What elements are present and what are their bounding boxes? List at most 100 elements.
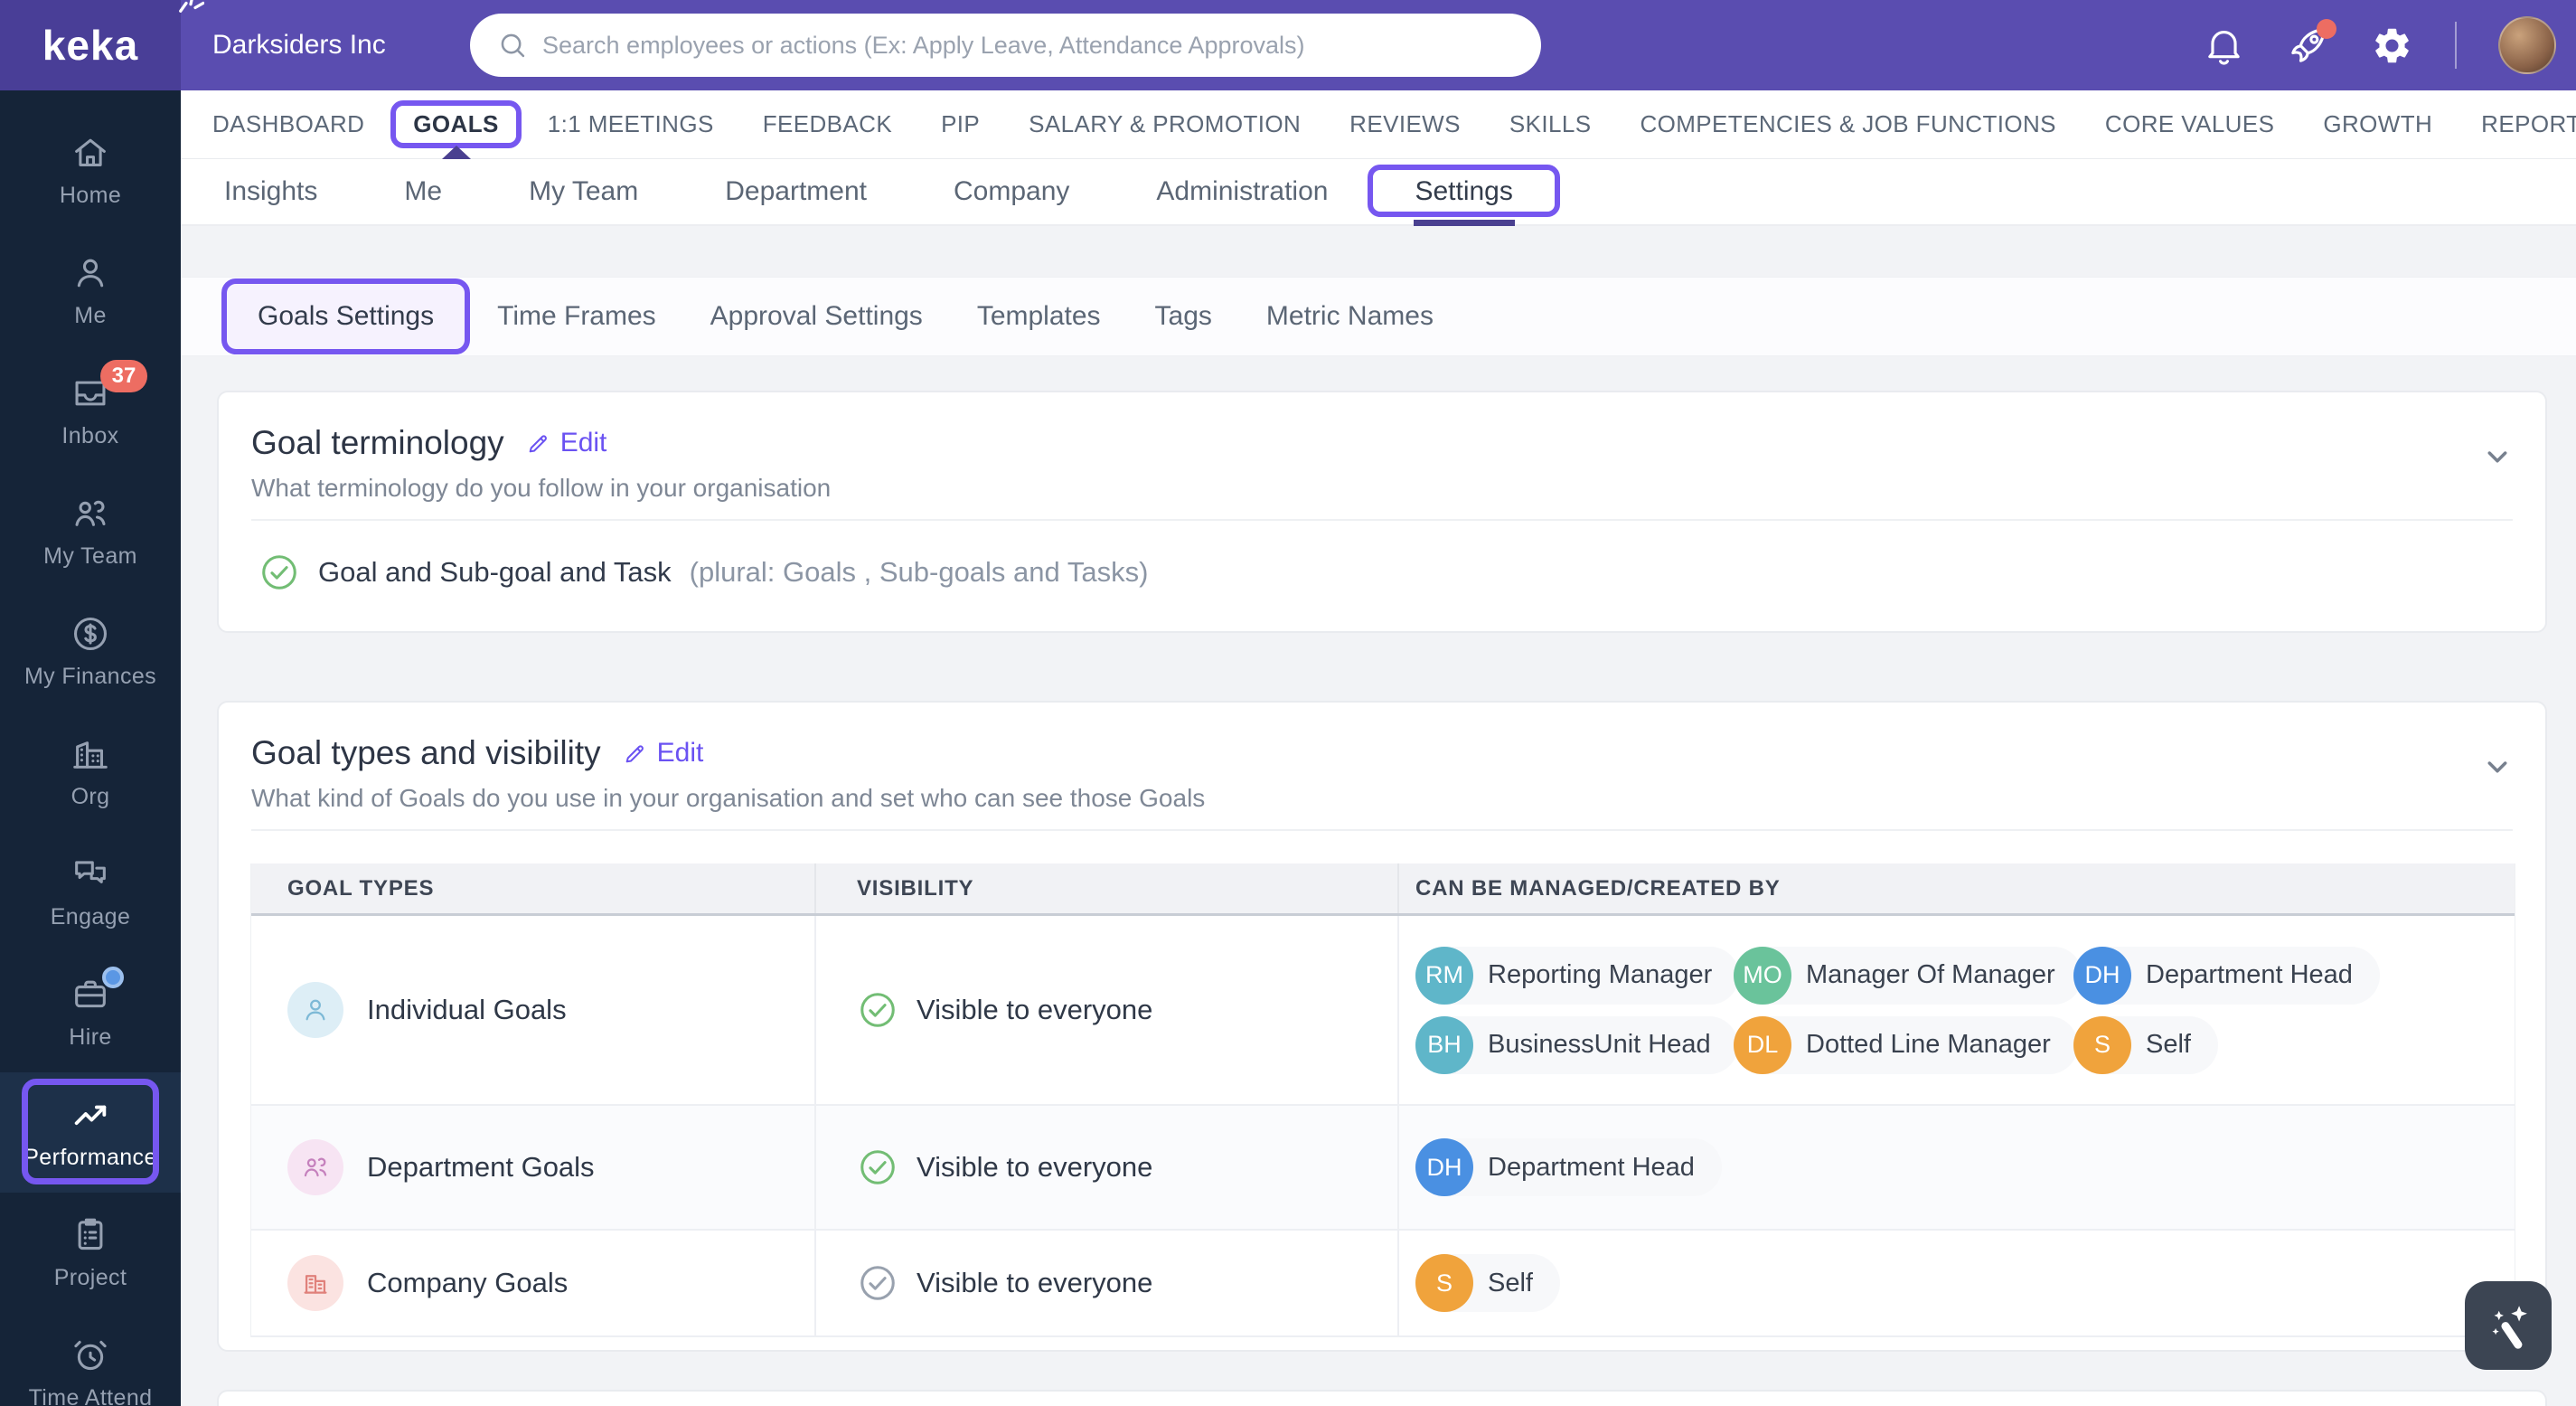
search-input[interactable] bbox=[542, 31, 1514, 60]
main-nav-reviews[interactable]: REVIEWS bbox=[1325, 90, 1485, 158]
goal-terminology-card: Goal terminology Edit What terminology d… bbox=[217, 391, 2547, 633]
goal-types-card: Goal types and visibility Edit What kind… bbox=[217, 701, 2547, 1352]
manager-name: Dotted Line Manager bbox=[1806, 1030, 2051, 1059]
main-nav-core-values[interactable]: CORE VALUES bbox=[2081, 90, 2299, 158]
column-header-goal-types: GOAL TYPES bbox=[251, 863, 816, 913]
sidebar-item-my-team[interactable]: My Team bbox=[0, 471, 181, 591]
pencil-icon bbox=[623, 741, 648, 766]
sidebar-item-me[interactable]: Me bbox=[0, 231, 181, 351]
main-nav-goals[interactable]: GOALS bbox=[389, 90, 522, 159]
sidebar-item-home[interactable]: Home bbox=[0, 110, 181, 231]
notification-dot bbox=[2317, 18, 2336, 39]
keka-wordmark: keka bbox=[42, 22, 139, 69]
main-nav-label: GROWTH bbox=[2323, 110, 2433, 137]
hire-icon bbox=[70, 967, 124, 1015]
manager-chip-self: S Self bbox=[2073, 1015, 2218, 1074]
main-nav-competencies-job-functions[interactable]: COMPETENCIES & JOB FUNCTIONS bbox=[1615, 90, 2080, 158]
notifications-bell-icon[interactable] bbox=[2203, 24, 2245, 67]
sidebar-item-inbox[interactable]: 37 Inbox bbox=[0, 351, 181, 471]
sidebar-item-org[interactable]: Org bbox=[0, 712, 181, 832]
main-nav-label: REPORTS bbox=[2481, 110, 2576, 137]
check-circle-icon bbox=[259, 552, 300, 593]
main-nav-reports[interactable]: REPORTS bbox=[2457, 90, 2576, 158]
tab-tags[interactable]: Tags bbox=[1128, 278, 1239, 355]
manager-chip-department-head: DH Department Head bbox=[1415, 1138, 1722, 1196]
divider bbox=[2455, 22, 2457, 69]
edit-goal-types-button[interactable]: Edit bbox=[623, 738, 704, 769]
goal-types-title: Goal types and visibility bbox=[251, 734, 601, 771]
table-row-company-goals: Company Goals Visible to everyone S Self bbox=[251, 1231, 2515, 1337]
tab-label: Templates bbox=[976, 301, 1101, 331]
global-search[interactable] bbox=[470, 14, 1541, 77]
sidebar-item-label: Inbox bbox=[61, 423, 119, 448]
org-icon bbox=[70, 733, 111, 775]
sidebar-item-label: Home bbox=[59, 183, 122, 208]
main-nav-growth[interactable]: GROWTH bbox=[2299, 90, 2457, 158]
goal-type-label: Individual Goals bbox=[367, 994, 567, 1025]
ai-assistant-button[interactable] bbox=[2465, 1281, 2552, 1370]
main-nav-dashboard[interactable]: DASHBOARD bbox=[188, 90, 389, 158]
tab-time-frames[interactable]: Time Frames bbox=[470, 278, 683, 355]
edit-label: Edit bbox=[656, 738, 704, 768]
collapse-chevron-icon[interactable] bbox=[2480, 439, 2515, 474]
sidebar-item-label: Time Attend bbox=[28, 1385, 153, 1406]
sub-nav-my-team[interactable]: My Team bbox=[485, 159, 682, 224]
edit-label: Edit bbox=[559, 428, 607, 458]
sidebar-item-label: My Finances bbox=[24, 664, 157, 689]
sub-nav-department[interactable]: Department bbox=[682, 159, 910, 224]
table-header-row: GOAL TYPES VISIBILITY CAN BE MANAGED/CREAT… bbox=[251, 863, 2515, 916]
settings-gear-icon[interactable] bbox=[2371, 24, 2413, 67]
sub-nav-insights[interactable]: Insights bbox=[181, 159, 361, 224]
avatar-initials: BH bbox=[1415, 1015, 1473, 1074]
avatar-initials: DL bbox=[1734, 1015, 1791, 1074]
sub-nav-label: Insights bbox=[224, 176, 318, 206]
sidebar: Home Me 37 Inbox My Team My Finances Org Engage… bbox=[0, 90, 181, 1406]
sidebar-item-project[interactable]: Project bbox=[0, 1193, 181, 1313]
tab-goals-settings[interactable]: Goals Settings bbox=[221, 278, 471, 354]
user-avatar[interactable] bbox=[2498, 16, 2556, 74]
sidebar-item-hire[interactable]: Hire bbox=[0, 952, 181, 1072]
manager-name: Self bbox=[1488, 1268, 1533, 1297]
manager-name: BusinessUnit Head bbox=[1488, 1030, 1711, 1059]
main-nav-label: SALARY & PROMOTION bbox=[1029, 110, 1302, 137]
sidebar-item-my-finances[interactable]: My Finances bbox=[0, 591, 181, 712]
sub-nav-label: My Team bbox=[529, 176, 639, 206]
main-nav-pip[interactable]: PIP bbox=[917, 90, 1004, 158]
main-nav-1-1-meetings[interactable]: 1:1 MEETINGS bbox=[523, 90, 738, 158]
goal-terminology-title: Goal terminology bbox=[251, 424, 504, 461]
settings-tabs: Goals Settings Time Frames Approval Settin… bbox=[181, 278, 2576, 355]
table-row-department-goals: Department Goals Visible to everyone DH Dep… bbox=[251, 1106, 2515, 1231]
manager-chip-manager-of-manager: MO Manager Of Manager bbox=[1734, 946, 2082, 1005]
launch-rocket-icon[interactable] bbox=[2287, 18, 2336, 67]
top-bar: keka Darksiders Inc bbox=[0, 0, 2576, 90]
pencil-icon bbox=[526, 430, 551, 456]
main-nav-skills[interactable]: SKILLS bbox=[1485, 90, 1616, 158]
sidebar-item-time-attend[interactable]: Time Attend bbox=[0, 1313, 181, 1406]
content-area: Goals Settings Time Frames Approval Settin… bbox=[181, 226, 2576, 1406]
tab-label: Goals Settings bbox=[258, 301, 435, 331]
keka-logo[interactable]: keka bbox=[0, 0, 204, 90]
sub-nav-administration[interactable]: Administration bbox=[1113, 159, 1371, 224]
next-card-partial bbox=[217, 1390, 2547, 1406]
edit-terminology-button[interactable]: Edit bbox=[526, 428, 607, 458]
hire-notification-dot bbox=[102, 967, 124, 988]
tab-metric-names[interactable]: Metric Names bbox=[1239, 278, 1461, 355]
main-nav-feedback[interactable]: FEEDBACK bbox=[738, 90, 917, 158]
main-nav-label: GOALS bbox=[413, 110, 499, 137]
sub-nav-me[interactable]: Me bbox=[361, 159, 485, 224]
time-attend-icon bbox=[70, 1335, 111, 1376]
inbox-count-badge: 37 bbox=[100, 360, 147, 392]
sidebar-item-engage[interactable]: Engage bbox=[0, 832, 181, 952]
sidebar-item-performance[interactable]: Performance bbox=[0, 1072, 181, 1193]
manager-chip-businessunit-head: BH BusinessUnit Head bbox=[1415, 1015, 1738, 1074]
individual-goals-icon bbox=[287, 982, 343, 1038]
tab-approval-settings[interactable]: Approval Settings bbox=[683, 278, 950, 355]
engage-icon bbox=[70, 854, 111, 895]
inbox-icon: 37 bbox=[70, 360, 147, 414]
sub-nav-settings[interactable]: Settings bbox=[1368, 159, 1560, 226]
tab-templates[interactable]: Templates bbox=[950, 278, 1128, 355]
avatar-initials: S bbox=[1415, 1254, 1473, 1312]
sub-nav-company[interactable]: Company bbox=[910, 159, 1113, 224]
collapse-chevron-icon[interactable] bbox=[2480, 750, 2515, 784]
main-nav-salary-promotion[interactable]: SALARY & PROMOTION bbox=[1004, 90, 1325, 158]
